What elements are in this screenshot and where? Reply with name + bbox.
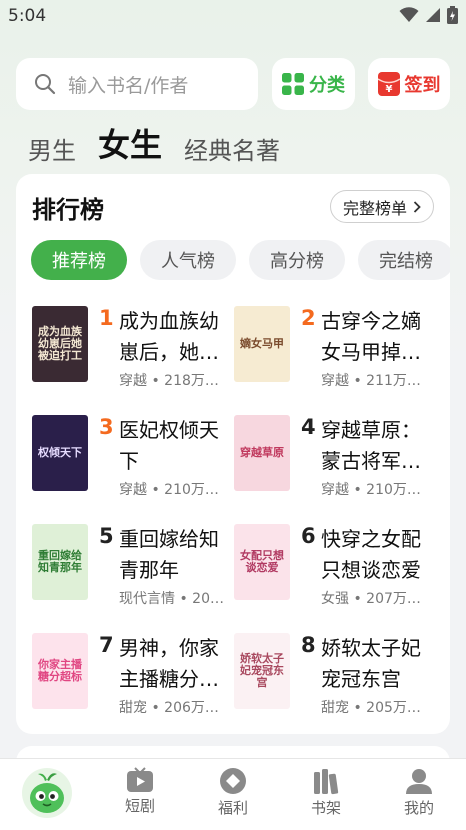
tab-classics[interactable]: 经典名著 — [184, 131, 280, 166]
gender-tabs: 男生 女生 经典名著 — [28, 120, 280, 166]
ranking-title: 排行榜 — [32, 196, 104, 224]
nav-item-bookshelf[interactable]: 书架 — [296, 767, 356, 818]
nav-item-profile[interactable]: 我的 — [389, 767, 449, 818]
chip-high-score[interactable]: 高分榜 — [249, 240, 345, 280]
rank-number: 2 — [301, 306, 316, 330]
book-meta: 穿越 • 218万… — [119, 373, 219, 389]
signal-icon — [426, 8, 440, 22]
category-grid-icon — [282, 73, 304, 95]
nav-item-short-drama[interactable]: 短剧 — [110, 767, 170, 816]
rank-number: 8 — [301, 633, 316, 657]
chevron-right-icon — [413, 200, 421, 213]
search-placeholder: 输入书名/作者 — [68, 74, 189, 97]
book-meta: 穿越 • 210万… — [119, 482, 219, 498]
search-icon — [35, 74, 56, 95]
book-item[interactable]: 嫡女马甲 2 古穿今之嫡女马甲掉… 穿越 • 211万… — [234, 306, 430, 392]
book-item[interactable]: 你家主播糖分超标 7 男神，你家主播糖分… 甜宠 • 206万… — [32, 633, 228, 719]
book-title: 重回嫁给知青那年 — [119, 527, 219, 582]
ranking-chips: 推荐榜 人气榜 高分榜 完结榜 — [31, 240, 450, 280]
book-cover: 重回嫁给知青那年 — [32, 524, 88, 600]
signin-button-label: 签到 — [404, 75, 441, 96]
book-title: 古穿今之嫡女马甲掉… — [321, 309, 421, 364]
book-item[interactable]: 权倾天下 3 医妃权倾天下 穿越 • 210万… — [32, 415, 228, 501]
rank-number: 6 — [301, 524, 316, 548]
category-button[interactable]: 分类 — [272, 58, 355, 110]
book-cover: 权倾天下 — [32, 415, 88, 491]
user-profile-icon — [406, 769, 432, 794]
nav-label: 短剧 — [124, 797, 155, 815]
book-item[interactable]: 重回嫁给知青那年 5 重回嫁给知青那年 现代言情 • 20… — [32, 524, 228, 610]
chip-completed[interactable]: 完结榜 — [358, 240, 450, 280]
svg-text:¥: ¥ — [385, 84, 392, 95]
book-title: 娇软太子妃宠冠东宫 — [321, 636, 421, 691]
chip-recommend[interactable]: 推荐榜 — [31, 240, 127, 280]
book-cover: 成为血族幼崽后她被迫打工 — [32, 306, 88, 382]
status-icons — [399, 6, 458, 24]
status-time: 5:04 — [8, 6, 47, 26]
ranking-card: 排行榜 完整榜单 推荐榜 人气榜 高分榜 完结榜 成为血族幼崽后她被迫打工 1 … — [16, 174, 450, 734]
tab-female[interactable]: 女生 — [98, 120, 162, 166]
rank-number: 3 — [99, 415, 114, 439]
book-meta: 甜宠 • 205万… — [321, 700, 421, 716]
status-bar: 5:04 — [0, 0, 466, 32]
play-video-icon — [127, 767, 153, 792]
full-list-button[interactable]: 完整榜单 — [329, 190, 434, 223]
category-button-label: 分类 — [309, 75, 345, 96]
book-item[interactable]: 成为血族幼崽后她被迫打工 1 成为血族幼崽后，她… 穿越 • 218万… — [32, 306, 228, 392]
book-meta: 穿越 • 210万… — [321, 482, 421, 498]
book-item[interactable]: 女配只想谈恋爱 6 快穿之女配只想谈恋爱 女强 • 207万… — [234, 524, 430, 610]
book-cover: 女配只想谈恋爱 — [234, 524, 290, 600]
green-mascot-icon — [30, 773, 64, 813]
search-input[interactable]: 输入书名/作者 — [16, 58, 258, 110]
nav-label: 我的 — [403, 799, 434, 817]
tab-male[interactable]: 男生 — [28, 131, 76, 166]
nav-home-mascot-button[interactable] — [22, 768, 72, 818]
book-meta: 现代言情 • 20… — [119, 591, 224, 607]
book-cover: 你家主播糖分超标 — [32, 633, 88, 709]
signin-button[interactable]: ¥ 签到 — [368, 58, 450, 110]
nav-item-welfare[interactable]: 福利 — [203, 767, 263, 818]
battery-icon — [447, 6, 458, 24]
wifi-icon — [399, 7, 419, 22]
bottom-nav: 短剧 福利 书架 我的 — [0, 758, 466, 830]
nav-label: 书架 — [310, 799, 341, 817]
book-title: 成为血族幼崽后，她… — [119, 309, 219, 364]
book-item[interactable]: 娇软太子妃宠冠东宫 8 娇软太子妃宠冠东宫 甜宠 • 205万… — [234, 633, 430, 719]
red-envelope-icon: ¥ — [377, 72, 400, 96]
rank-number: 4 — [301, 415, 316, 439]
book-title: 医妃权倾天下 — [119, 418, 219, 473]
full-list-label: 完整榜单 — [342, 198, 407, 218]
rank-number: 1 — [99, 306, 114, 330]
book-cover: 穿越草原 — [234, 415, 290, 491]
book-title: 快穿之女配只想谈恋爱 — [321, 527, 421, 582]
diamond-gift-icon — [220, 768, 246, 794]
rank-number: 5 — [99, 524, 114, 548]
nav-label: 福利 — [217, 799, 248, 817]
book-meta: 女强 • 207万… — [321, 591, 421, 607]
book-title: 男神，你家主播糖分… — [119, 636, 219, 691]
bookshelf-icon — [314, 769, 339, 795]
book-cover: 娇软太子妃宠冠东宫 — [234, 633, 290, 709]
book-item[interactable]: 穿越草原 4 穿越草原：蒙古将军… 穿越 • 210万… — [234, 415, 430, 501]
book-title: 穿越草原：蒙古将军… — [321, 418, 421, 473]
book-meta: 穿越 • 211万… — [321, 373, 421, 389]
book-meta: 甜宠 • 206万… — [119, 700, 219, 716]
rank-number: 7 — [99, 633, 114, 657]
book-cover: 嫡女马甲 — [234, 306, 290, 382]
chip-popular[interactable]: 人气榜 — [140, 240, 236, 280]
